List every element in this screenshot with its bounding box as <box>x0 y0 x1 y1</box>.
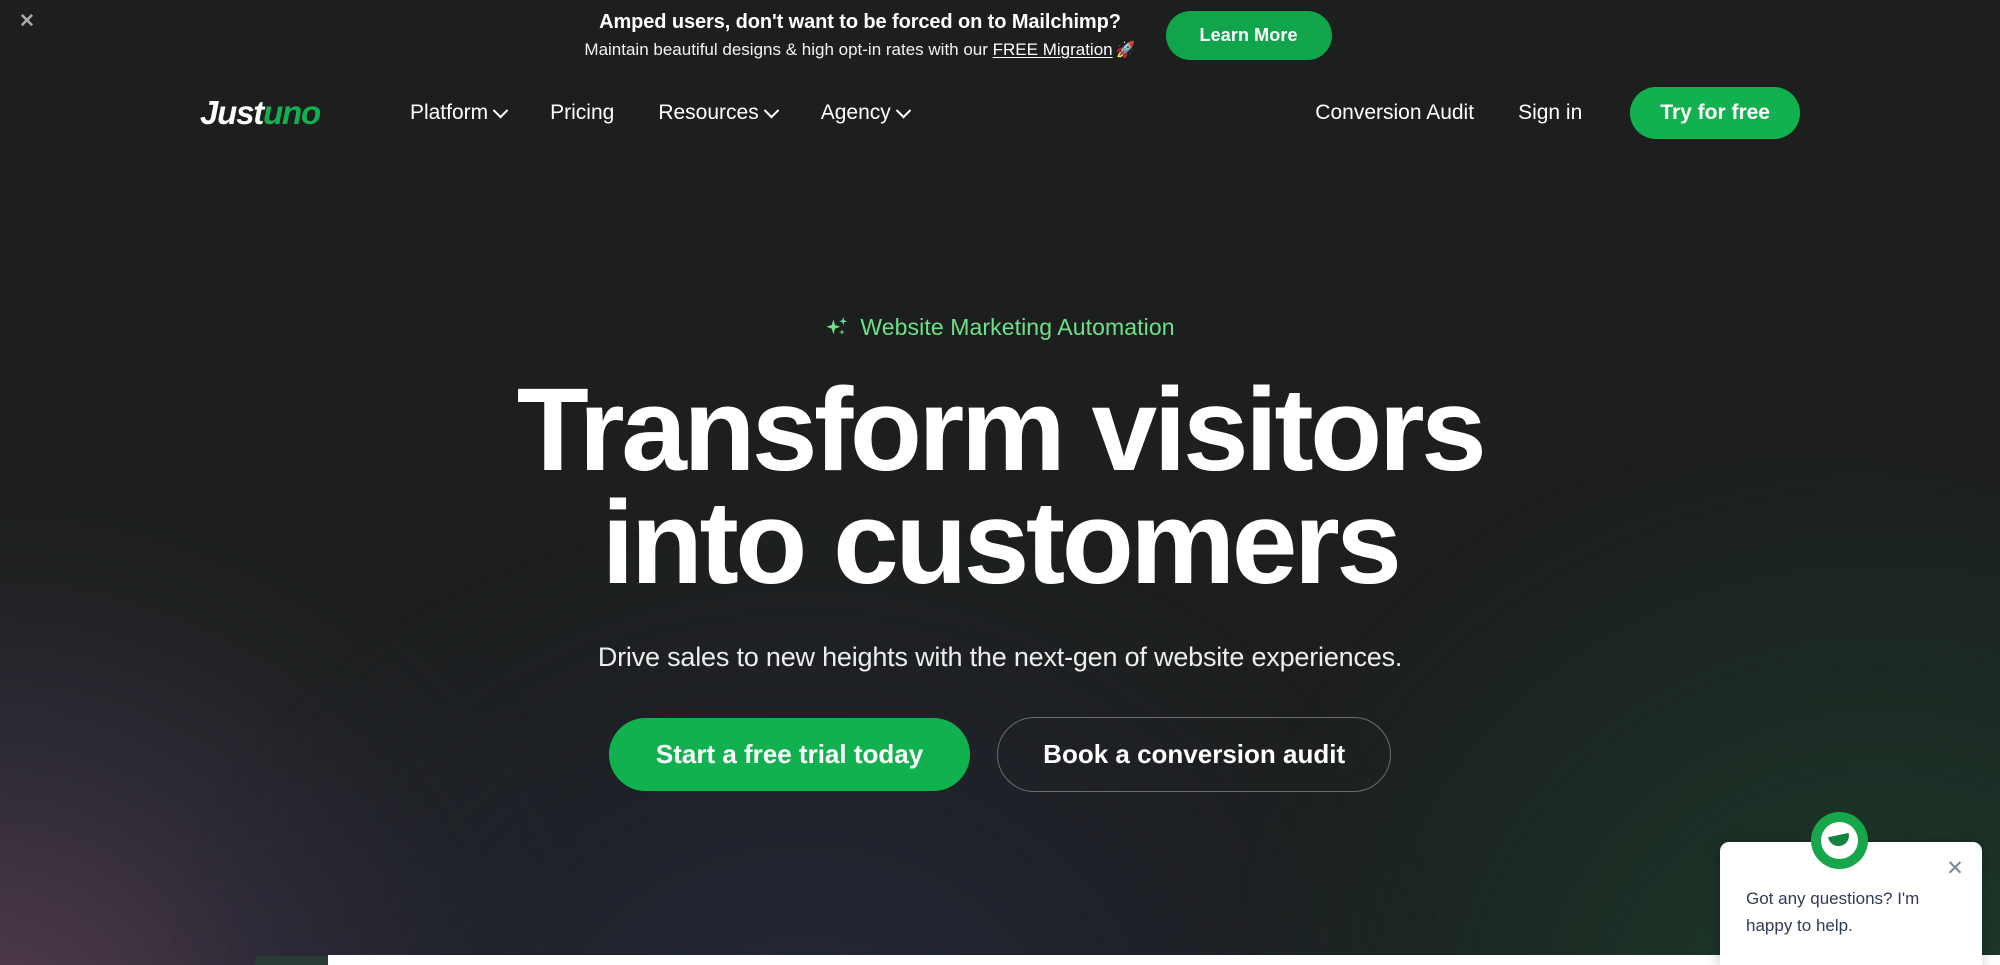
main-navigation: Just uno Platform Pricing Resources Agenc… <box>0 72 2000 154</box>
chat-close-icon[interactable]: ✕ <box>1944 858 1966 880</box>
nav-link-resources-label: Resources <box>658 101 759 124</box>
hero-section: Website Marketing Automation Transform v… <box>0 154 2000 793</box>
hero-subtitle: Drive sales to new heights with the next… <box>597 642 1403 673</box>
nav-link-resources[interactable]: Resources <box>658 101 779 125</box>
hero-title: Transform visitors into customers <box>0 363 2000 609</box>
chat-avatar-icon <box>1821 822 1858 860</box>
try-for-free-button[interactable]: Try for free <box>1630 87 1800 139</box>
promo-banner-content: Amped users, don't want to be forced on … <box>584 9 1332 63</box>
peek-left-spacer <box>0 955 328 965</box>
promo-banner-learn-more-button[interactable]: Learn More <box>1165 11 1332 61</box>
logo-text-uno: uno <box>263 94 321 131</box>
promo-banner-text: Amped users, don't want to be forced on … <box>584 9 1135 63</box>
promo-banner-subline-text: Maintain beautiful designs & high opt-in… <box>584 40 993 60</box>
promo-banner-subline: Maintain beautiful designs & high opt-in… <box>584 38 1135 63</box>
nav-link-pricing[interactable]: Pricing <box>550 101 614 125</box>
hero-title-line-1: Transform visitors <box>516 363 1487 496</box>
nav-link-platform-label: Platform <box>409 101 489 124</box>
nav-link-conversion-audit[interactable]: Conversion Audit <box>1315 101 1474 125</box>
promo-banner-close-icon[interactable]: ✕ <box>14 8 40 34</box>
promo-banner: ✕ Amped users, don't want to be forced o… <box>0 0 2000 72</box>
promo-banner-free-migration-link[interactable]: FREE Migration <box>993 40 1113 59</box>
justuno-logo[interactable]: Just uno <box>200 94 321 132</box>
chevron-down-icon <box>763 102 779 118</box>
hero-cta-group: Start a free trial today Book a conversi… <box>0 717 2000 793</box>
promo-banner-headline: Amped users, don't want to be forced on … <box>599 11 1121 34</box>
chevron-down-icon <box>895 102 912 118</box>
hero-eyebrow: Website Marketing Automation <box>825 314 1175 341</box>
nav-link-sign-in-label: Sign in <box>1518 101 1583 124</box>
start-free-trial-button[interactable]: Start a free trial today <box>608 718 971 792</box>
chat-avatar[interactable] <box>1811 812 1868 870</box>
nav-link-agency-label: Agency <box>820 101 891 124</box>
logo-text-just: Just <box>200 94 264 131</box>
page-root: ✕ Amped users, don't want to be forced o… <box>0 0 2000 965</box>
hero-eyebrow-label: Website Marketing Automation <box>860 314 1175 340</box>
chat-message-text: Got any questions? I'm happy to help. <box>1746 889 1920 935</box>
sparkles-icon <box>826 316 848 335</box>
primary-nav-links: Platform Pricing Resources Agency <box>409 101 912 125</box>
nav-link-agency[interactable]: Agency <box>820 101 912 125</box>
hero-title-line-2: into customers <box>601 476 1402 609</box>
nav-link-pricing-label: Pricing <box>550 101 615 124</box>
book-conversion-audit-button[interactable]: Book a conversion audit <box>997 717 1392 793</box>
rocket-icon: 🚀 <box>1115 42 1136 60</box>
chevron-down-icon <box>492 102 509 118</box>
secondary-nav-links: Conversion Audit Sign in Try for free <box>1315 87 1800 139</box>
nav-link-platform[interactable]: Platform <box>409 101 509 125</box>
chat-avatar-eye-shape <box>1828 833 1851 849</box>
nav-link-conversion-audit-label: Conversion Audit <box>1315 101 1475 124</box>
nav-link-sign-in[interactable]: Sign in <box>1518 101 1582 125</box>
chat-widget: ✕ Got any questions? I'm happy to help. <box>1700 812 2000 965</box>
